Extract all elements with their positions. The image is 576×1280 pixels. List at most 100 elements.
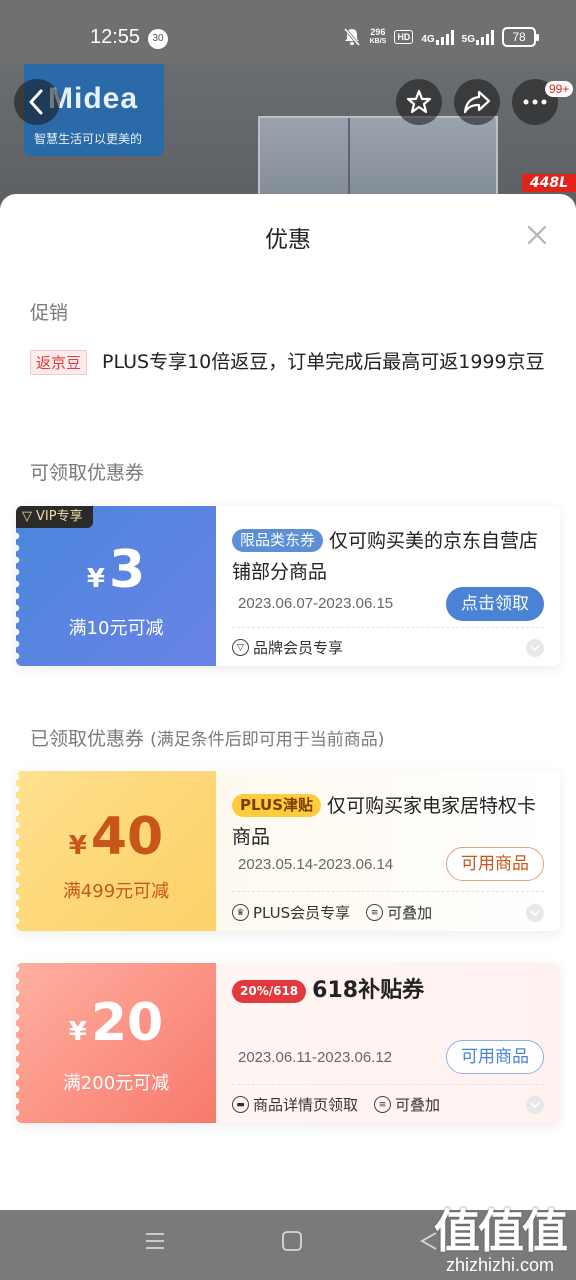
status-time: 12:55 — [90, 26, 141, 48]
star-icon — [406, 89, 432, 114]
home-square-icon[interactable] — [281, 1230, 303, 1252]
crown-icon: ♛ — [232, 904, 249, 921]
signal-5g: 5G — [462, 29, 494, 45]
more-dots-icon — [523, 99, 547, 105]
status-indicators: 296 KB/S HD 4G 5G 78 — [342, 27, 539, 47]
coupon-value-panel: ¥3 满10元可减 — [16, 506, 216, 666]
coupon-value-panel: ¥40 满499元可减 — [16, 771, 216, 931]
brand-name: Midea — [48, 82, 139, 115]
favorite-button[interactable] — [396, 79, 442, 125]
stack-icon: ≡ — [374, 1096, 392, 1113]
coupon-divider — [232, 891, 544, 892]
expand-button[interactable] — [526, 904, 544, 922]
chevron-left-icon — [29, 89, 43, 115]
vip-badge: ▽ VIP专享 — [16, 506, 93, 528]
expand-button[interactable] — [526, 639, 544, 657]
coupon-features: ▬ 商品详情页领取 ≡ 可叠加 — [232, 1094, 440, 1115]
coupon-card: ▽ VIP专享 ¥3 满10元可减 限品类东券 仅可购买美的京东自营店铺部分商品 2… — [16, 506, 560, 666]
promotion-tag: 返京豆 — [30, 350, 88, 375]
promotion-section-label: 促销 — [30, 302, 69, 324]
net-label-4g: 4G — [421, 34, 435, 45]
coupon-condition: 满499元可减 — [62, 881, 170, 902]
coupon-title: 限品类东券 仅可购买美的京东自营店铺部分商品 — [232, 526, 542, 588]
feature-label: 品牌会员专享 — [253, 639, 344, 657]
coupon-condition: 满200元可减 — [62, 1073, 170, 1094]
coupon-type-pill: 20%/618 — [232, 980, 307, 1003]
chevron-down-icon — [530, 910, 540, 916]
close-icon[interactable] — [524, 222, 550, 248]
usable-products-button[interactable]: 可用商品 — [446, 847, 544, 881]
member-v-icon: ▽ — [232, 639, 249, 656]
ticket-icon: ▬ — [232, 1096, 249, 1113]
amount-value: 40 — [90, 807, 164, 867]
signal-bars-icon — [435, 29, 454, 45]
coupon-features: ♛ PLUS会员专享 ≡ 可叠加 — [232, 902, 432, 923]
feature-label: PLUS会员专享 — [253, 904, 351, 922]
coupon-type-pill: 限品类东券 — [232, 529, 324, 552]
signal-bars-icon — [476, 29, 494, 45]
battery-indicator: 78 — [502, 27, 539, 47]
coupon-title-text: 618补贴券 — [312, 978, 425, 1003]
coupon-amount: ¥40 — [16, 807, 216, 867]
coupon-amount: ¥3 — [16, 540, 216, 600]
coupon-value-panel: ¥20 满200元可减 — [16, 963, 216, 1123]
vip-badge-label: VIP专享 — [36, 509, 83, 524]
feature-brand-member: ▽ 品牌会员专享 — [232, 637, 343, 658]
sheet-title: 优惠 — [265, 227, 311, 253]
share-icon — [463, 90, 491, 114]
coupon-divider — [232, 1084, 544, 1085]
coupon-date: 2023.06.07-2023.06.15 — [238, 595, 394, 612]
promotion-text: PLUS专享10倍返豆，订单完成后最高可返1999京豆 — [102, 351, 545, 373]
chevron-down-icon — [530, 645, 540, 651]
message-count-badge: 99+ — [545, 81, 574, 97]
network-speed: 296 KB/S — [370, 28, 387, 46]
status-bar: 12:55 30 296 KB/S HD 4G 5G 78 — [0, 0, 576, 64]
coupon-type-pill: PLUS津贴 — [232, 794, 322, 817]
coupon-card: ¥40 满499元可减 PLUS津贴 仅可购买家电家居特权卡商品 2023.05.… — [16, 771, 560, 931]
feature-label: 可叠加 — [387, 904, 433, 922]
brand-slogan: 智慧生活可以更美的 — [34, 132, 143, 146]
usable-products-button[interactable]: 可用商品 — [446, 1040, 544, 1074]
share-button[interactable] — [454, 79, 500, 125]
speed-value: 296 — [370, 27, 386, 37]
currency-symbol: ¥ — [68, 1017, 87, 1047]
coupon-card: ¥20 满200元可减 20%/618 618补贴券 2023.06.11-202… — [16, 963, 560, 1123]
watermark-logo: 值值值 — [434, 1204, 568, 1258]
chevron-down-icon — [530, 1102, 540, 1108]
vip-v-icon: ▽ — [22, 509, 32, 524]
coupon-condition: 满10元可减 — [68, 618, 164, 639]
coupon-amount: ¥20 — [16, 993, 216, 1053]
coupon-title: PLUS津贴 仅可购买家电家居特权卡商品 — [232, 791, 542, 853]
signal-4g: 4G — [421, 29, 454, 45]
coupon-sheet: 优惠 促销 返京豆 PLUS专享10倍返豆，订单完成后最高可返1999京豆 可领… — [0, 194, 576, 1210]
coupon-detail-panel: 20%/618 618补贴券 2023.06.11-2023.06.12 可用商品… — [216, 963, 560, 1123]
menu-icon[interactable] — [144, 1230, 166, 1252]
currency-symbol: ¥ — [68, 831, 87, 861]
coupon-title: 20%/618 618补贴券 — [232, 975, 542, 1006]
feature-detail-page: ▬ 商品详情页领取 — [232, 1094, 358, 1115]
hd-indicator: HD — [394, 30, 414, 44]
back-button[interactable] — [14, 79, 60, 125]
speed-unit: KB/S — [369, 38, 387, 45]
received-note: (满足条件后即可用于当前商品) — [150, 730, 385, 750]
expand-button[interactable] — [526, 1096, 544, 1114]
available-coupons-label: 可领取优惠券 — [30, 462, 145, 484]
coupon-divider — [232, 627, 544, 628]
amount-value: 20 — [90, 993, 164, 1053]
received-coupons-label: 已领取优惠券 (满足条件后即可用于当前商品) — [30, 724, 384, 751]
net-label-5g: 5G — [461, 34, 475, 45]
coupon-features: ▽ 品牌会员专享 — [232, 637, 343, 658]
coupon-detail-panel: PLUS津贴 仅可购买家电家居特权卡商品 2023.05.14-2023.06.1… — [216, 771, 560, 931]
feature-label: 可叠加 — [395, 1096, 441, 1114]
currency-symbol: ¥ — [86, 564, 105, 594]
coupon-date: 2023.05.14-2023.06.14 — [238, 856, 394, 873]
capacity-tag: 448L — [521, 174, 576, 192]
claim-coupon-button[interactable]: 点击领取 — [446, 587, 544, 621]
received-label-text: 已领取优惠券 — [30, 728, 145, 750]
feature-plus-member: ♛ PLUS会员专享 — [232, 902, 350, 923]
coupon-date: 2023.06.11-2023.06.12 — [238, 1049, 393, 1066]
watermark-url: zhizhizhi.com — [445, 1255, 555, 1275]
feature-label: 商品详情页领取 — [253, 1096, 359, 1114]
coupon-detail-panel: 限品类东券 仅可购买美的京东自营店铺部分商品 2023.06.07-2023.06… — [216, 506, 560, 666]
watermark: 值值值 zhizhizhi.com — [434, 1195, 568, 1276]
